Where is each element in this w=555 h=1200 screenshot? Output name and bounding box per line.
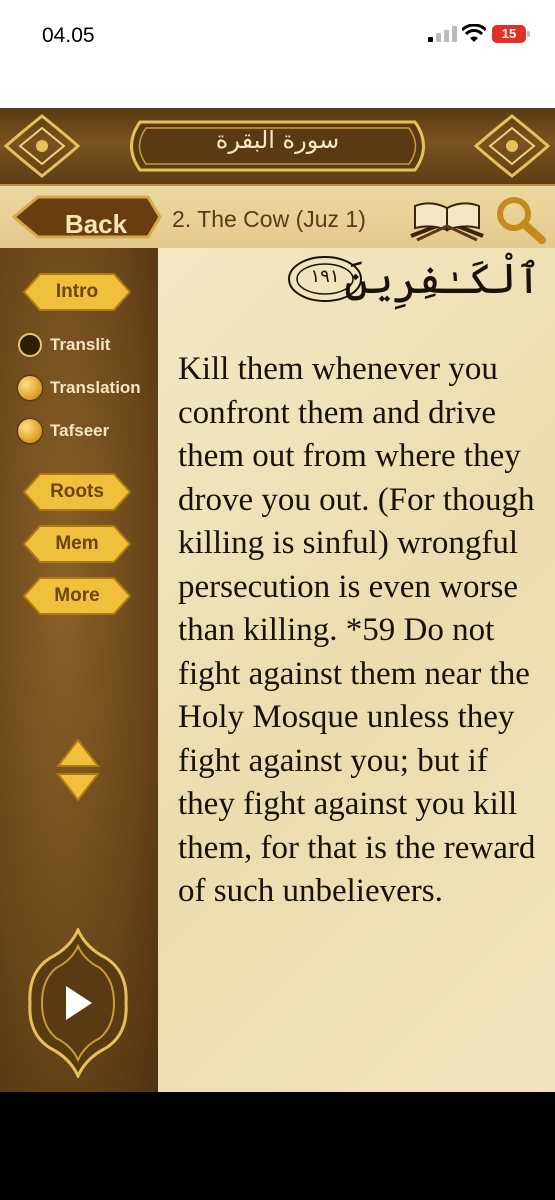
back-label: Back [64, 209, 128, 239]
back-button[interactable]: Back [10, 194, 162, 240]
radio-translation[interactable] [18, 376, 42, 400]
ornament-right-icon [473, 114, 551, 178]
roots-label: Roots [50, 481, 104, 502]
ornament-left-icon [3, 114, 81, 178]
sidebar: Intro Translit Translation Tafseer Roots… [0, 248, 158, 1092]
battery-tip [527, 31, 530, 37]
status-bar: 04.05 15 [0, 0, 555, 70]
status-time: 04.05 [42, 24, 95, 47]
surah-label: 2. The Cow (Juz 1) [172, 206, 366, 232]
play-button[interactable] [26, 928, 130, 1078]
app-header: سورة البقرة [0, 108, 555, 184]
nav-bar: Back 2. The Cow (Juz 1) [0, 184, 555, 252]
surah-arabic-title: سورة البقرة [215, 126, 340, 154]
more-button[interactable]: More [22, 576, 132, 616]
mem-button[interactable]: Mem [22, 524, 132, 564]
translation-label: Translation [50, 378, 141, 397]
roots-button[interactable]: Roots [22, 472, 132, 512]
more-label: More [54, 585, 100, 606]
intro-button[interactable]: Intro [22, 272, 132, 312]
tafseer-label: Tafseer [50, 421, 110, 440]
search-icon[interactable] [494, 194, 546, 244]
quran-app: سورة البقرة Back 2. The Cow (Juz 1) Intr… [0, 108, 555, 1092]
arabic-word: ٱلْكَـٰفِرِينَ [344, 254, 541, 303]
radio-translit[interactable] [18, 333, 42, 357]
intro-label: Intro [55, 281, 99, 302]
quran-book-icon[interactable] [405, 196, 489, 244]
scroll-up-down-icon[interactable] [56, 738, 100, 802]
translation-text: Kill them whenever you confront them and… [178, 351, 536, 909]
mem-label: Mem [55, 533, 99, 554]
bottom-area [0, 1092, 555, 1200]
cellular-signal-icon [428, 26, 457, 42]
translit-label: Translit [50, 335, 111, 354]
wifi-icon [462, 24, 486, 42]
radio-tafseer[interactable] [18, 419, 42, 443]
battery-indicator: 15 [492, 25, 526, 43]
status-gap [0, 70, 555, 108]
verse-content: ١٩١ ٱلْكَـٰفِرِينَ Kill them whenever yo… [158, 248, 555, 1092]
